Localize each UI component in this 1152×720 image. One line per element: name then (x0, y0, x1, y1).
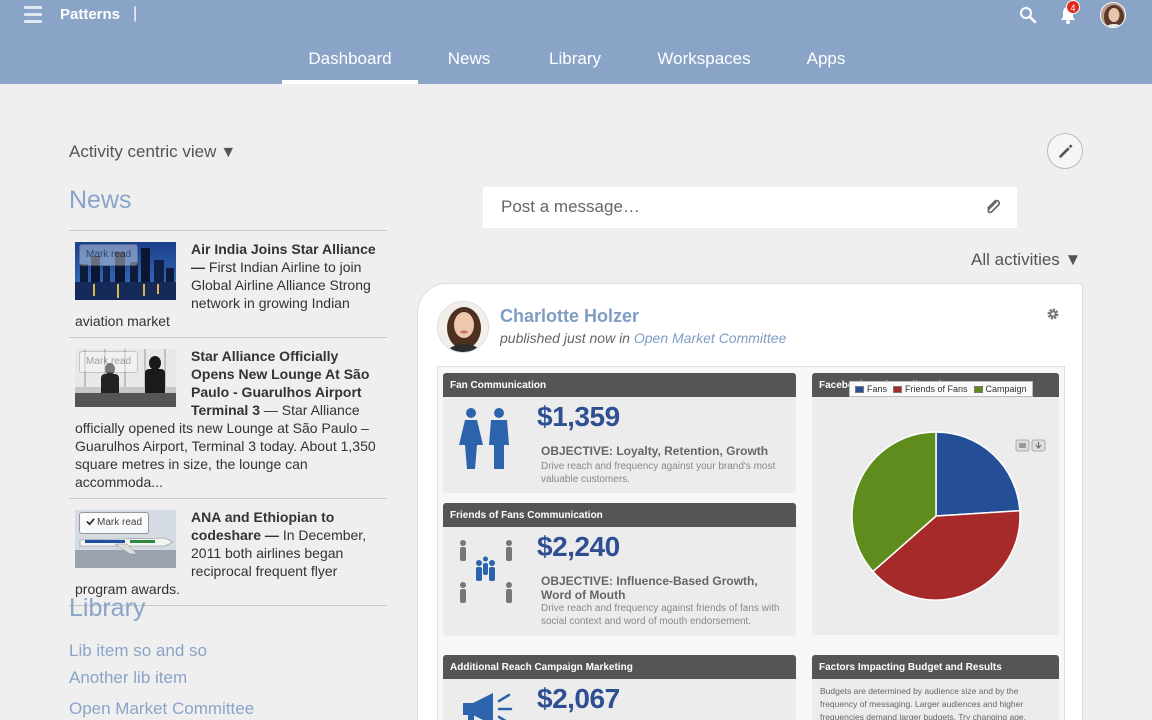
gear-icon[interactable] (1045, 306, 1061, 322)
author-avatar[interactable] (437, 301, 489, 353)
hamburger-menu-icon[interactable] (24, 6, 42, 24)
post-meta-prefix: published just now in (500, 330, 634, 346)
view-selector-label: Activity centric view (69, 142, 217, 161)
top-bar: Patterns | 4 Dashboard News Library Work… (0, 0, 1152, 84)
post-message-input[interactable] (501, 197, 971, 217)
brand-name[interactable]: Patterns (60, 6, 120, 23)
tab-dashboard[interactable]: Dashboard (282, 44, 418, 84)
legend-item: Friends of Fans (893, 384, 968, 394)
view-selector[interactable]: Activity centric view ▼ (69, 142, 236, 162)
description: Drive reach and frequency against friend… (541, 603, 780, 627)
amount: $2,067 (537, 683, 620, 714)
main-tabs: Dashboard News Library Workspaces Apps (282, 44, 874, 84)
user-avatar[interactable] (1100, 2, 1126, 28)
factors-text: Budgets are determined by audience size … (820, 686, 1027, 720)
panel-title: Fan Communication (443, 373, 796, 397)
news-thumbnail: Mark read (75, 349, 176, 407)
tab-apps[interactable]: Apps (778, 44, 874, 84)
notification-badge: 4 (1066, 0, 1080, 14)
factors-panel: Factors Impacting Budget and Results Bud… (812, 655, 1059, 720)
pie-slice-fans (935, 431, 1021, 517)
checkmark-icon (86, 518, 95, 526)
post-author[interactable]: Charlotte Holzer (500, 306, 639, 327)
news-item[interactable]: Mark read Air India Joins Star Alliance … (69, 231, 387, 338)
network-people-icon (460, 540, 512, 603)
search-icon[interactable] (1019, 6, 1037, 24)
mark-read-button[interactable]: Mark read (79, 351, 139, 373)
activity-card: Charlotte Holzer published just now in O… (417, 283, 1083, 720)
budget-chart-panel: Facebook Budget Allocation, 2013 Fans Fr… (812, 373, 1059, 635)
legend-item: Campaign (973, 384, 1027, 394)
library-heading: Library (69, 594, 146, 622)
paperclip-icon[interactable] (983, 197, 1003, 217)
library-item[interactable]: Open Market Committee (69, 699, 254, 719)
edit-button[interactable] (1047, 133, 1083, 169)
infographic-image: Fan Communication $1,359 OBJECTIVE: Loya… (437, 366, 1065, 720)
panel-title: Additional Reach Campaign Marketing (443, 655, 796, 679)
news-thumbnail: Mark read (75, 242, 176, 300)
megaphone-icon (463, 693, 513, 720)
chart-legend: Fans Friends of Fans Campaign (849, 381, 1033, 397)
tab-library[interactable]: Library (520, 44, 630, 84)
people-icon (459, 408, 509, 469)
news-item[interactable]: Mark read ANA and Ethiopian to codeshare… (69, 499, 387, 606)
legend-label: Fans (867, 384, 888, 394)
brand-separator: | (133, 5, 138, 22)
mark-read-label: Mark read (97, 517, 143, 528)
activity-filter[interactable]: All activities ▼ (971, 250, 1081, 270)
legend-label: Campaign (985, 384, 1027, 394)
pencil-icon (1059, 144, 1073, 158)
amount: $1,359 (537, 401, 620, 432)
legend-item: Fans (855, 384, 887, 394)
post-meta: published just now in Open Market Commit… (500, 330, 786, 346)
panel-title: Friends of Fans Communication (443, 503, 796, 527)
workspace-link[interactable]: Open Market Committee (634, 330, 787, 346)
legend-label: Friends of Fans (905, 384, 968, 394)
amount: $2,240 (537, 531, 620, 562)
fan-communication-panel: Fan Communication $1,359 OBJECTIVE: Loya… (443, 373, 796, 493)
tab-workspaces[interactable]: Workspaces (630, 44, 778, 84)
mark-read-button[interactable]: Mark read (79, 512, 150, 534)
mark-read-button[interactable]: Mark read (79, 244, 139, 266)
tab-news[interactable]: News (418, 44, 520, 84)
panel-title: Factors Impacting Budget and Results (812, 655, 1059, 679)
news-heading: News (69, 186, 132, 214)
activity-filter-label: All activities (971, 250, 1060, 269)
additional-reach-panel: Additional Reach Campaign Marketing $2,0… (443, 655, 796, 720)
news-list: Mark read Air India Joins Star Alliance … (69, 230, 387, 606)
dropdown-arrow-icon: ▼ (1064, 250, 1082, 269)
friends-of-fans-panel: Friends of Fans Communication $2,240 OBJ… (443, 503, 796, 636)
dropdown-arrow-icon: ▼ (220, 144, 237, 161)
pie-chart (851, 431, 1021, 601)
news-item[interactable]: Mark read Star Alliance Officially Opens… (69, 338, 387, 499)
news-thumbnail: Mark read (75, 510, 176, 568)
objective: OBJECTIVE: Loyalty, Retention, Growth (541, 444, 769, 458)
post-message-box (483, 187, 1017, 228)
library-item[interactable]: Another lib item (69, 668, 187, 688)
objective: OBJECTIVE: Influence-Based Growth, Word … (541, 574, 758, 602)
description: Drive reach and frequency against your b… (541, 461, 776, 485)
library-item[interactable]: Lib item so and so (69, 641, 207, 661)
